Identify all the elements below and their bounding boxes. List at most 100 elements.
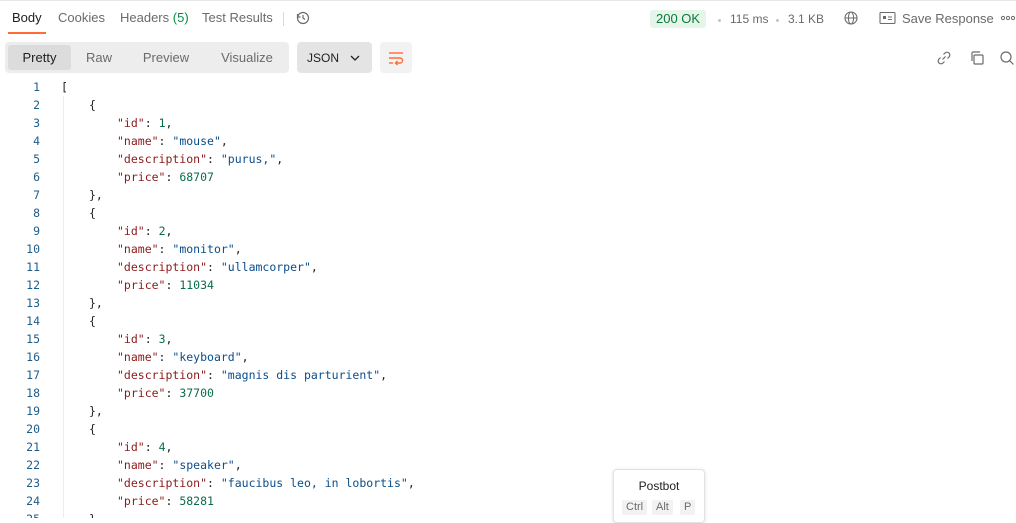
json-punctuation: : [207, 476, 221, 490]
link-icon[interactable] [935, 49, 953, 67]
json-punctuation: { [89, 98, 96, 112]
search-icon[interactable] [998, 49, 1016, 67]
code-line[interactable]: 6 "price": 68707 [0, 168, 1016, 186]
response-body-editor[interactable]: 1[2{3 "id": 1, 4 "name": "mouse", 5 "descript… [0, 78, 1016, 518]
code-text: "description": "purus,", [117, 150, 283, 168]
code-text: "price": 58281 [117, 492, 214, 510]
json-key: "name" [117, 350, 159, 364]
json-punctuation: : [207, 368, 221, 382]
save-response-button[interactable]: Save Response [902, 11, 994, 26]
history-icon[interactable] [294, 9, 312, 27]
code-text: "id": 2, [117, 222, 172, 240]
postbot-title: Postbot [638, 479, 680, 493]
tab-headers[interactable]: Headers (5) [120, 10, 189, 25]
code-line[interactable]: 10 "name": "monitor", [0, 240, 1016, 258]
json-punctuation: { [89, 422, 96, 436]
code-text: "name": "keyboard", [117, 348, 249, 366]
separator-dot [718, 19, 721, 22]
response-size[interactable]: 3.1 KB [788, 12, 824, 26]
json-number: 11034 [179, 278, 214, 292]
line-number: 7 [33, 188, 40, 202]
code-line[interactable]: 25}, [0, 510, 1016, 518]
line-number: 16 [26, 350, 40, 364]
json-punctuation: , [220, 134, 228, 148]
code-text: "description": "faucibus leo, in loborti… [117, 474, 415, 492]
view-mode-preview[interactable]: Preview [129, 45, 203, 70]
code-line[interactable]: 15 "id": 3, [0, 330, 1016, 348]
code-line[interactable]: 8{ [0, 204, 1016, 222]
globe-icon[interactable] [842, 9, 860, 27]
code-text: }, [89, 294, 103, 312]
code-text: "id": 1, [117, 114, 172, 132]
json-punctuation: , [165, 116, 173, 130]
code-line[interactable]: 24 "price": 58281 [0, 492, 1016, 510]
code-line[interactable]: 17 "description": "magnis dis parturient"… [0, 366, 1016, 384]
json-key: "price" [117, 170, 166, 184]
code-text: "price": 68707 [117, 168, 214, 186]
code-text: { [89, 420, 96, 438]
json-punctuation: : [158, 134, 173, 148]
code-line[interactable]: 2{ [0, 96, 1016, 114]
code-line[interactable]: 11 "description": "ullamcorper", [0, 258, 1016, 276]
response-time[interactable]: 115 ms [730, 12, 768, 26]
code-text: "description": "ullamcorper", [117, 258, 318, 276]
status-badge[interactable]: 200 OK [650, 10, 707, 28]
json-punctuation: , [310, 260, 318, 274]
code-text: "id": 3, [117, 330, 172, 348]
code-line[interactable]: 1[ [0, 78, 1016, 96]
code-line[interactable]: 9 "id": 2, [0, 222, 1016, 240]
json-string: "purus," [220, 152, 277, 166]
tab-cookies[interactable]: Cookies [58, 10, 105, 25]
json-key: "name" [117, 458, 159, 472]
code-line[interactable]: 7}, [0, 186, 1016, 204]
code-line[interactable]: 13}, [0, 294, 1016, 312]
code-line[interactable]: 21 "id": 4, [0, 438, 1016, 456]
tab-body[interactable]: Body [12, 10, 42, 25]
format-dropdown[interactable]: JSON [297, 42, 372, 73]
code-line[interactable]: 5 "description": "purus,", [0, 150, 1016, 168]
code-line[interactable]: 12 "price": 11034 [0, 276, 1016, 294]
postbot-popup[interactable]: Postbot Ctrl Alt P [613, 469, 705, 523]
json-number: 3 [158, 332, 166, 346]
more-options-icon[interactable] [1000, 10, 1016, 26]
line-number: 18 [26, 386, 40, 400]
view-mode-pretty[interactable]: Pretty [8, 45, 71, 70]
code-line[interactable]: 22 "name": "speaker", [0, 456, 1016, 474]
code-text: "id": 4, [117, 438, 172, 456]
view-mode-raw[interactable]: Raw [71, 45, 127, 70]
code-line[interactable]: 16 "name": "keyboard", [0, 348, 1016, 366]
json-punctuation: : [144, 224, 159, 238]
json-punctuation: : [165, 494, 180, 508]
wrap-lines-button[interactable] [380, 42, 412, 73]
code-line[interactable]: 3 "id": 1, [0, 114, 1016, 132]
line-number: 13 [26, 296, 40, 310]
json-punctuation: : [165, 170, 180, 184]
json-punctuation: { [89, 206, 96, 220]
json-punctuation: : [165, 278, 180, 292]
tab-headers-label: Headers [120, 10, 170, 25]
json-key: "price" [117, 386, 166, 400]
code-text: }, [89, 186, 103, 204]
code-line[interactable]: 19}, [0, 402, 1016, 420]
code-line[interactable]: 14 { [0, 312, 1016, 330]
line-number: 12 [26, 278, 40, 292]
line-number: 24 [26, 494, 40, 508]
line-number: 15 [26, 332, 40, 346]
view-mode-visualize[interactable]: Visualize [211, 45, 283, 70]
top-divider [0, 0, 1016, 1]
code-text: "price": 37700 [117, 384, 214, 402]
code-line[interactable]: 18 "price": 37700 [0, 384, 1016, 402]
json-string: "monitor" [172, 242, 235, 256]
code-text: }, [89, 510, 103, 518]
copy-icon[interactable] [968, 49, 986, 67]
shortcut-key: Ctrl [622, 500, 648, 515]
code-line[interactable]: 23 "description": "faucibus leo, in lobor… [0, 474, 1016, 492]
json-number: 1 [158, 116, 166, 130]
json-punctuation: , [234, 242, 242, 256]
code-text: "name": "monitor", [117, 240, 242, 258]
code-line[interactable]: 20 { [0, 420, 1016, 438]
tab-test-results[interactable]: Test Results [202, 10, 273, 25]
code-line[interactable]: 4 "name": "mouse", [0, 132, 1016, 150]
json-key: "price" [117, 494, 166, 508]
save-response-icon[interactable] [878, 10, 896, 26]
